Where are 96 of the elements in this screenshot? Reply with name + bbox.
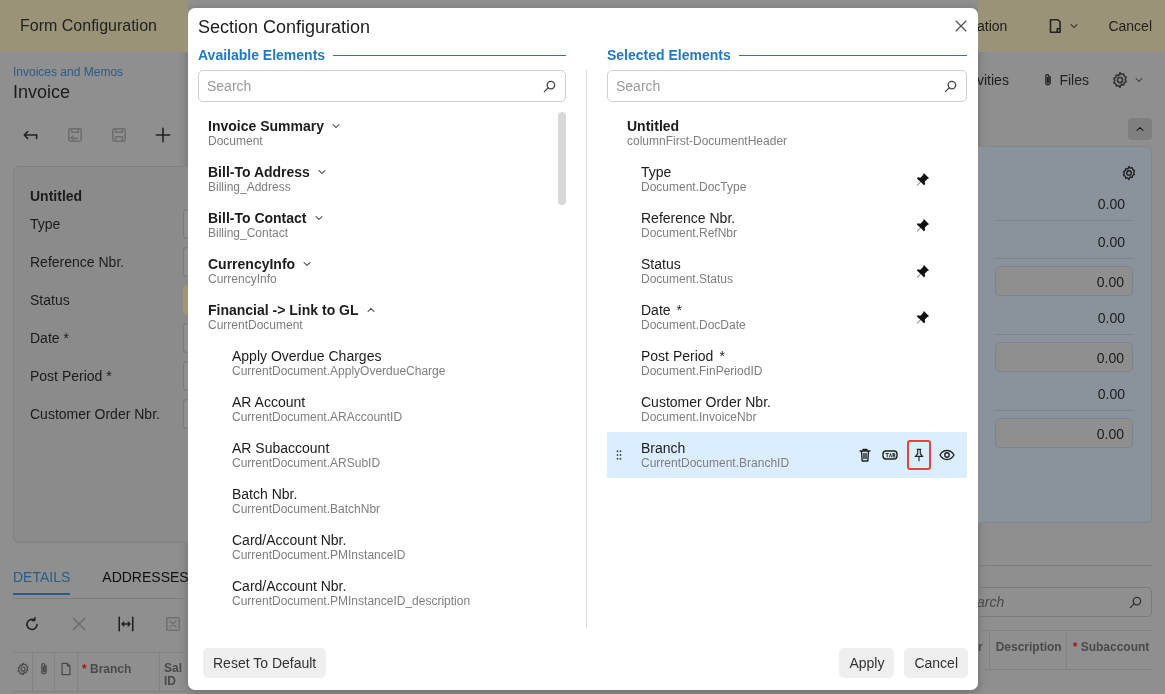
tab-key-icon[interactable] (881, 447, 899, 463)
element-name[interactable]: AR Subaccount (232, 440, 566, 456)
element-row[interactable]: Date * Document.DocDate (607, 294, 967, 340)
pin-icon (912, 447, 926, 463)
refresh-icon[interactable] (23, 615, 41, 633)
data-member: Billing_Contact (208, 226, 290, 240)
element-name: Reference Nbr. (641, 210, 736, 226)
field-path: CurrentDocument.PMInstanceID_description (232, 594, 472, 608)
settings-icon[interactable] (1121, 165, 1137, 181)
field-path: CurrentDocument.ARSubID (232, 456, 382, 470)
section-title: Untitled (30, 188, 84, 205)
element-name: Branch (641, 440, 686, 456)
toolbar-label[interactable]: ation (978, 18, 1008, 34)
add-icon[interactable] (154, 126, 172, 144)
settings-icon[interactable] (1111, 71, 1129, 89)
element-name[interactable]: Card/Account Nbr. (232, 578, 566, 594)
field-path: Document.DocDate (641, 318, 747, 332)
cancel-button[interactable]: Cancel (904, 648, 968, 678)
field-path: CurrentDocument.PMInstanceID (232, 548, 407, 562)
field-path: CurrentDocument.ARAccountID (232, 410, 404, 424)
document-icon[interactable] (59, 662, 73, 676)
pin-icon[interactable] (916, 172, 930, 186)
element-name[interactable]: Apply Overdue Charges (232, 348, 566, 364)
column-heading: Selected Elements (607, 47, 731, 63)
search-icon[interactable] (542, 78, 557, 94)
element-row[interactable]: Reference Nbr. Document.RefNbr (607, 202, 967, 248)
page-header-title: Form Configuration (19, 17, 157, 35)
field-path: CurrentDocument.ApplyOverdueCharge (232, 364, 447, 378)
group-title[interactable]: Bill-To Address (208, 164, 310, 180)
amount-field[interactable]: 0.00 (995, 342, 1133, 372)
data-member: CurrencyInfo (208, 272, 278, 286)
search-field[interactable]: arch (978, 587, 1152, 617)
search-icon[interactable] (1128, 594, 1143, 610)
element-name[interactable]: AR Account (232, 394, 566, 410)
field-path: Document.InvoiceNbr (641, 410, 758, 424)
column-heading: Available Elements (198, 47, 326, 63)
field-path: Document.Status (641, 272, 735, 286)
eye-icon[interactable] (939, 447, 955, 463)
element-row[interactable]: Post Period * Document.FinPeriodID (607, 340, 967, 386)
field-path: Document.FinPeriodID (641, 364, 764, 378)
group-title[interactable]: Bill-To Contact (208, 210, 307, 226)
amount-field[interactable]: 0.00 (995, 266, 1133, 296)
search-icon[interactable] (943, 78, 958, 94)
data-member: columnFirst-DocumentHeader (627, 134, 789, 148)
element-name: Type (641, 164, 672, 180)
fit-width-icon[interactable] (117, 615, 135, 633)
field-label: Type (30, 216, 61, 232)
field-label: Status (30, 292, 70, 308)
group-title[interactable]: Untitled (627, 118, 967, 134)
amount-value: 0.00 (995, 303, 1133, 335)
group-title[interactable]: CurrencyInfo (208, 256, 296, 272)
search-input[interactable]: arch (978, 594, 1128, 610)
collapse-button[interactable] (1128, 118, 1152, 140)
amount-value: 0.00 (995, 379, 1133, 411)
settings-icon[interactable] (15, 662, 30, 676)
group-title[interactable]: Financial -> Link to GL (208, 302, 359, 318)
data-member: Billing_Address (208, 180, 292, 194)
trash-icon[interactable] (857, 447, 873, 463)
element-name: Status (641, 256, 681, 272)
scrollbar-thumb[interactable] (558, 112, 566, 205)
page-title: Invoice (13, 82, 72, 103)
amount-field[interactable]: 0.00 (995, 418, 1133, 448)
pin-icon[interactable] (916, 264, 930, 278)
tab[interactable]: ADDRESSES (102, 568, 188, 593)
data-member: CurrentDocument (208, 318, 304, 332)
apply-button[interactable]: Apply (839, 648, 895, 678)
field-label: Post Period * (30, 368, 112, 384)
field-path: Document.DocType (641, 180, 748, 194)
field-label: Customer Order Nbr. (30, 406, 160, 422)
required-mark: * (676, 302, 683, 318)
pin-icon[interactable] (916, 310, 930, 324)
reset-button[interactable]: Reset To Default (203, 648, 327, 678)
dialog-title: Section Configuration (198, 16, 371, 38)
element-row[interactable]: Status Document.Status (607, 248, 967, 294)
field-label: Date * (30, 330, 69, 346)
field-path: Document.RefNbr (641, 226, 739, 240)
field-path: CurrentDocument.BatchNbr (232, 502, 382, 516)
cancel-button[interactable]: Cancel (1108, 18, 1152, 34)
element-name[interactable]: Batch Nbr. (232, 486, 566, 502)
field-path: CurrentDocument.BranchID (641, 456, 791, 470)
element-row[interactable]: Customer Order Nbr. Document.InvoiceNbr (607, 386, 967, 432)
element-name: Date (641, 302, 671, 318)
element-name: Customer Order Nbr. (641, 394, 771, 410)
data-member: Document (208, 134, 264, 148)
amount-value: 0.00 (995, 189, 1133, 221)
selected-row[interactable]: Branch CurrentDocument.BranchID (607, 432, 967, 478)
pin-icon[interactable] (916, 218, 930, 232)
element-row[interactable]: Type Document.DocType (607, 156, 967, 202)
required-mark: * (719, 348, 725, 364)
field-label: Reference Nbr. (30, 254, 125, 270)
element-name: Post Period (641, 348, 714, 364)
pin-button[interactable] (907, 440, 931, 470)
amount-value: 0.00 (995, 227, 1133, 259)
files-button[interactable]: Files (1041, 72, 1089, 88)
group-title[interactable]: Invoice Summary (208, 118, 324, 134)
element-name[interactable]: Card/Account Nbr. (232, 532, 566, 548)
